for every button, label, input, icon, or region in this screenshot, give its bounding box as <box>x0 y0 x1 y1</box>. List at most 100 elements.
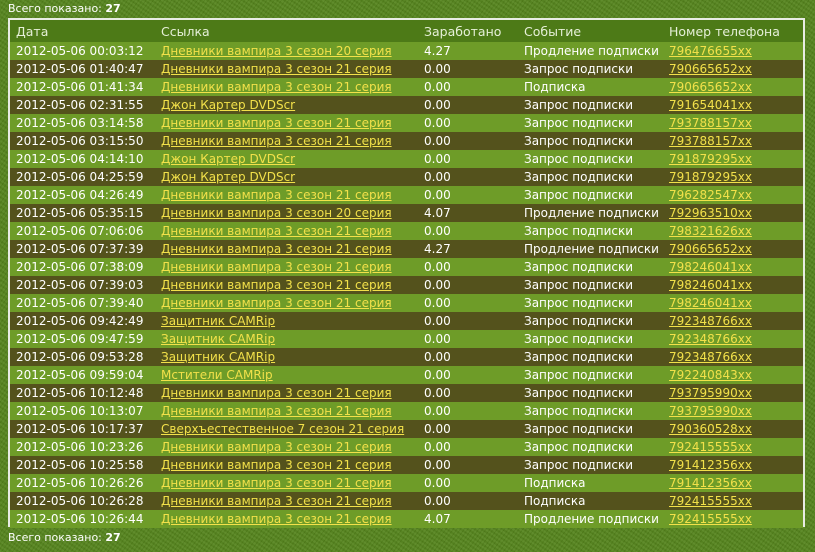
cell-link: Мстители CAMRip <box>155 366 418 384</box>
content-link[interactable]: Дневники вампира 3 сезон 21 серия <box>161 260 392 274</box>
phone-link[interactable]: 791879295xx <box>669 170 752 184</box>
cell-event: Запрос подписки <box>518 150 663 168</box>
phone-link[interactable]: 791412356xx <box>669 458 752 472</box>
content-link[interactable]: Дневники вампира 3 сезон 21 серия <box>161 404 392 418</box>
content-link[interactable]: Сверхъестественное 7 сезон 21 серия <box>161 422 404 436</box>
cell-event: Запрос подписки <box>518 114 663 132</box>
phone-link[interactable]: 793795990xx <box>669 404 752 418</box>
phone-link[interactable]: 790360528xx <box>669 422 752 436</box>
phone-link[interactable]: 791412356xx <box>669 476 752 490</box>
cell-earned: 4.27 <box>418 42 518 60</box>
cell-link: Джон Картер DVDScr <box>155 96 418 114</box>
phone-link[interactable]: 792415555xx <box>669 512 752 526</box>
phone-link[interactable]: 792348766xx <box>669 350 752 364</box>
content-link[interactable]: Дневники вампира 3 сезон 21 серия <box>161 440 392 454</box>
content-link[interactable]: Защитник CAMRip <box>161 332 275 346</box>
content-link[interactable]: Дневники вампира 3 сезон 21 серия <box>161 278 392 292</box>
table-row: 2012-05-06 09:42:49 Защитник CAMRip 0.00 За… <box>10 312 803 330</box>
cell-link: Дневники вампира 3 сезон 21 серия <box>155 492 418 510</box>
cell-link: Дневники вампира 3 сезон 21 серия <box>155 222 418 240</box>
phone-link[interactable]: 790665652xx <box>669 80 752 94</box>
content-link[interactable]: Защитник CAMRip <box>161 350 275 364</box>
content-link[interactable]: Дневники вампира 3 сезон 21 серия <box>161 62 392 76</box>
table-row: 2012-05-06 00:03:12 Дневники вампира 3 се… <box>10 42 803 60</box>
content-link[interactable]: Дневники вампира 3 сезон 21 серия <box>161 386 392 400</box>
cell-event: Запрос подписки <box>518 168 663 186</box>
phone-link[interactable]: 793788157xx <box>669 116 752 130</box>
phone-link[interactable]: 798246041xx <box>669 296 752 310</box>
content-link[interactable]: Мстители CAMRip <box>161 368 273 382</box>
cell-event: Запрос подписки <box>518 132 663 150</box>
phone-link[interactable]: 791879295xx <box>669 152 752 166</box>
content-link[interactable]: Дневники вампира 3 сезон 21 серия <box>161 242 392 256</box>
cell-link: Сверхъестественное 7 сезон 21 серия <box>155 420 418 438</box>
content-link[interactable]: Дневники вампира 3 сезон 21 серия <box>161 224 392 238</box>
content-link[interactable]: Дневники вампира 3 сезон 21 серия <box>161 458 392 472</box>
table-row: 2012-05-06 01:40:47 Дневники вампира 3 се… <box>10 60 803 78</box>
table-row: 2012-05-06 03:14:58 Дневники вампира 3 се… <box>10 114 803 132</box>
content-link[interactable]: Дневники вампира 3 сезон 21 серия <box>161 296 392 310</box>
content-link[interactable]: Дневники вампира 3 сезон 20 серия <box>161 206 392 220</box>
content-link[interactable]: Дневники вампира 3 сезон 21 серия <box>161 116 392 130</box>
phone-link[interactable]: 796282547xx <box>669 188 752 202</box>
content-link[interactable]: Джон Картер DVDScr <box>161 170 295 184</box>
content-link[interactable]: Дневники вампира 3 сезон 21 серия <box>161 80 392 94</box>
phone-link[interactable]: 796476655xx <box>669 44 752 58</box>
phone-link[interactable]: 790665652xx <box>669 242 752 256</box>
phone-link[interactable]: 793795990xx <box>669 386 752 400</box>
phone-link[interactable]: 792415555xx <box>669 440 752 454</box>
content-link[interactable]: Дневники вампира 3 сезон 21 серия <box>161 188 392 202</box>
content-link[interactable]: Джон Картер DVDScr <box>161 98 295 112</box>
total-shown-count: 27 <box>105 531 121 544</box>
cell-date: 2012-05-06 07:38:09 <box>10 258 155 276</box>
table-row: 2012-05-06 10:17:37 Сверхъестественное 7 … <box>10 420 803 438</box>
content-link[interactable]: Дневники вампира 3 сезон 21 серия <box>161 134 392 148</box>
cell-phone: 798246041xx <box>663 258 803 276</box>
cell-date: 2012-05-06 03:14:58 <box>10 114 155 132</box>
cell-event: Запрос подписки <box>518 402 663 420</box>
content-link[interactable]: Дневники вампира 3 сезон 21 серия <box>161 512 392 526</box>
cell-date: 2012-05-06 10:23:26 <box>10 438 155 456</box>
content-link[interactable]: Защитник CAMRip <box>161 314 275 328</box>
cell-link: Дневники вампира 3 сезон 20 серия <box>155 204 418 222</box>
table-header-row: Дата Ссылка Заработано Событие Номер тел… <box>10 20 803 42</box>
phone-link[interactable]: 791654041xx <box>669 98 752 112</box>
phone-link[interactable]: 798321626xx <box>669 224 752 238</box>
content-link[interactable]: Дневники вампира 3 сезон 21 серия <box>161 494 392 508</box>
cell-earned: 0.00 <box>418 186 518 204</box>
cell-phone: 791412356xx <box>663 474 803 492</box>
phone-link[interactable]: 790665652xx <box>669 62 752 76</box>
phone-link[interactable]: 792348766xx <box>669 332 752 346</box>
cell-link: Дневники вампира 3 сезон 21 серия <box>155 186 418 204</box>
cell-date: 2012-05-06 04:14:10 <box>10 150 155 168</box>
content-link[interactable]: Дневники вампира 3 сезон 21 серия <box>161 476 392 490</box>
table-row: 2012-05-06 10:26:28 Дневники вампира 3 се… <box>10 492 803 510</box>
phone-link[interactable]: 798246041xx <box>669 278 752 292</box>
phone-link[interactable]: 792415555xx <box>669 494 752 508</box>
cell-event: Запрос подписки <box>518 312 663 330</box>
cell-link: Дневники вампира 3 сезон 21 серия <box>155 60 418 78</box>
cell-date: 2012-05-06 01:40:47 <box>10 60 155 78</box>
phone-link[interactable]: 792963510xx <box>669 206 752 220</box>
total-shown-label: Всего показано: <box>8 2 102 15</box>
phone-link[interactable]: 792348766xx <box>669 314 752 328</box>
phone-link[interactable]: 798246041xx <box>669 260 752 274</box>
phone-link[interactable]: 792240843xx <box>669 368 752 382</box>
cell-link: Дневники вампира 3 сезон 21 серия <box>155 456 418 474</box>
table-row: 2012-05-06 09:47:59 Защитник CAMRip 0.00 За… <box>10 330 803 348</box>
cell-earned: 0.00 <box>418 366 518 384</box>
cell-event: Подписка <box>518 78 663 96</box>
cell-earned: 0.00 <box>418 330 518 348</box>
cell-link: Дневники вампира 3 сезон 21 серия <box>155 114 418 132</box>
table-row: 2012-05-06 03:15:50 Дневники вампира 3 се… <box>10 132 803 150</box>
cell-earned: 0.00 <box>418 222 518 240</box>
content-link[interactable]: Джон Картер DVDScr <box>161 152 295 166</box>
column-header-link: Ссылка <box>155 20 418 42</box>
cell-date: 2012-05-06 07:06:06 <box>10 222 155 240</box>
cell-date: 2012-05-06 07:37:39 <box>10 240 155 258</box>
phone-link[interactable]: 793788157xx <box>669 134 752 148</box>
cell-earned: 0.00 <box>418 384 518 402</box>
content-link[interactable]: Дневники вампира 3 сезон 20 серия <box>161 44 392 58</box>
cell-date: 2012-05-06 10:17:37 <box>10 420 155 438</box>
cell-link: Дневники вампира 3 сезон 21 серия <box>155 402 418 420</box>
